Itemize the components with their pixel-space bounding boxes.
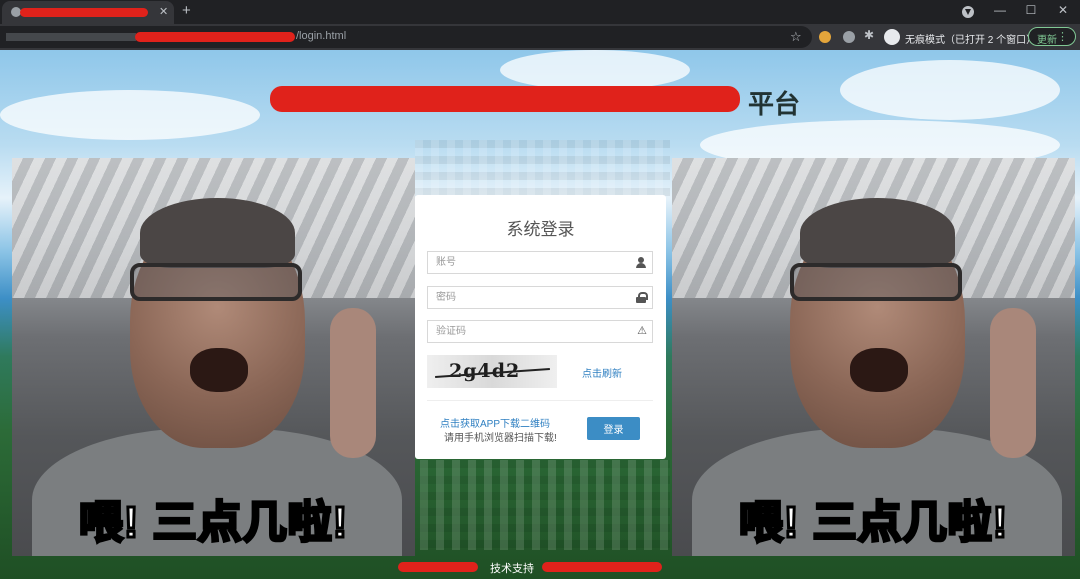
close-window-icon[interactable]: ✕ [1053,3,1073,17]
update-label: 更新 [1037,35,1057,46]
pixelated-background [415,140,670,200]
cloud-shape [0,90,260,140]
footer-text: 技术支持 [490,563,534,575]
incognito-icon[interactable] [884,29,900,45]
redaction-mark [20,8,148,17]
captcha-image[interactable]: 2g4d2 [427,355,557,388]
lock-icon [636,292,648,303]
redaction-mark [135,32,295,42]
app-download-link[interactable]: 点击获取APP下载二维码 [440,415,550,430]
pixelated-background [420,460,670,550]
redaction-mark [542,562,662,572]
site-title-suffix: 平台 [748,89,801,119]
username-input[interactable] [428,252,628,273]
url-text[interactable]: /login.html [296,30,346,42]
browser-tabstrip: ✕ + — ☐ ✕ [0,0,1080,24]
redaction-mark [270,86,740,112]
login-form: 系统登录 ⚠ 2g4d2 点击刷新 点击获取APP下载二维码 请用手机浏览器扫描… [415,195,666,459]
address-bar[interactable]: /login.html ☆ [0,26,812,48]
profile-dropdown-icon[interactable] [962,6,974,18]
captcha-field[interactable]: ⚠ [427,320,653,343]
page-viewport: 平台 喂! 三点几啦! 喂! 三点几啦! 系统登录 账号 验证码 ⚠ 2g4d2… [0,50,1080,579]
user-icon [636,257,646,268]
login-heading: 系统登录 [506,220,575,239]
minimize-icon[interactable]: — [990,3,1010,17]
maximize-icon[interactable]: ☐ [1021,3,1041,17]
site-title: 平台 [270,80,810,120]
footer: 技术支持 [390,560,690,578]
update-button[interactable]: 更新 ⋮ [1028,27,1076,46]
warning-icon: ⚠ [637,325,647,337]
login-button[interactable]: 登录 [587,417,640,440]
captcha-text: 2g4d2 [449,360,521,382]
meme-image-right: 喂! 三点几啦! [672,158,1075,556]
pixelated-url-part [6,33,136,41]
password-input[interactable] [428,287,628,308]
tab-close-icon[interactable]: ✕ [159,5,168,18]
refresh-captcha-link[interactable]: 点击刷新 [582,365,622,380]
password-field[interactable] [427,286,653,309]
username-field[interactable] [427,251,653,274]
browser-toolbar: /login.html ☆ ✱ 无痕模式（已打开 2 个窗口） 更新 ⋮ [0,24,1080,50]
browser-tab[interactable]: ✕ [2,1,174,24]
extension-cookie-icon[interactable] [819,31,831,43]
divider [427,400,653,401]
redaction-mark [398,562,478,572]
incognito-label[interactable]: 无痕模式（已打开 2 个窗口） [905,31,1036,46]
extension-circle-icon[interactable] [843,31,855,43]
cloud-shape [840,60,1060,120]
meme-image-left: 喂! 三点几啦! [12,158,415,556]
meme-caption: 喂! 三点几啦! [77,497,349,549]
new-tab-icon[interactable]: + [182,2,191,19]
captcha-input[interactable] [428,321,628,342]
bookmark-star-icon[interactable]: ☆ [790,29,802,45]
extensions-puzzle-icon[interactable]: ✱ [864,28,876,42]
menu-kebab-icon[interactable]: ⋮ [1057,30,1068,43]
app-download-hint: 请用手机浏览器扫描下载! [444,433,557,444]
meme-caption: 喂! 三点几啦! [737,497,1009,549]
